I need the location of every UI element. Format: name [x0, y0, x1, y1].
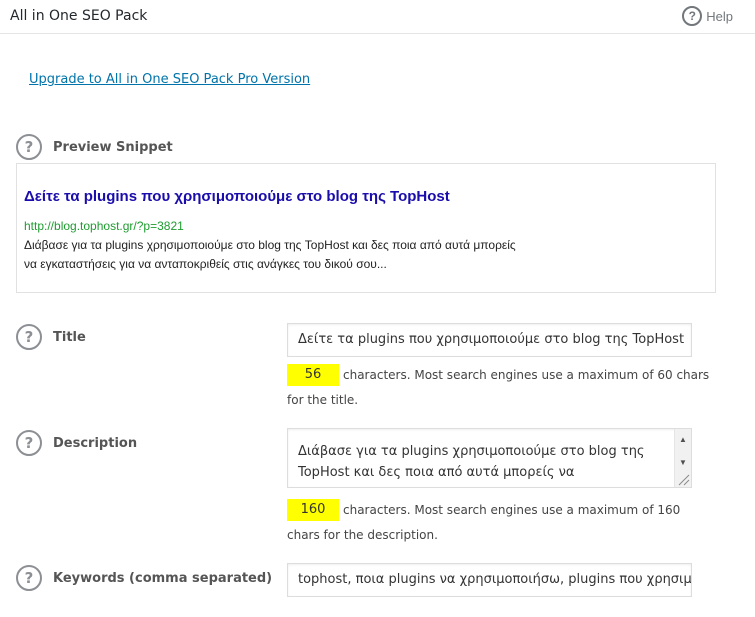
description-textarea[interactable]: Διάβασε για τα plugins χρησιμοποιούμε στ…	[287, 428, 692, 488]
title-hint: characters. Most search engines use a ma…	[343, 363, 709, 387]
title-help-icon[interactable]: ?	[16, 324, 42, 350]
title-input[interactable]: Δείτε τα plugins που χρησιμοποιούμε στο …	[287, 323, 692, 357]
help-label: Help	[706, 8, 733, 24]
keywords-input[interactable]: tophost, ποια plugins να χρησιμοποιήσω, …	[287, 563, 692, 597]
resize-handle-icon[interactable]	[676, 472, 690, 486]
description-line-2: TopHost και δες ποια από αυτά μπορείς να	[298, 465, 575, 480]
description-help-icon[interactable]: ?	[16, 430, 42, 456]
description-hint-cont: chars for the description.	[287, 523, 438, 547]
preview-snippet-box: Δείτε τα plugins που χρησιμοποιούμε στο …	[16, 163, 716, 293]
title-label: Title	[53, 330, 86, 345]
snippet-title: Δείτε τα plugins που χρησιμοποιούμε στο …	[24, 188, 450, 205]
snippet-desc-line-1: Διάβασε για τα plugins χρησιμοποιούμε στ…	[24, 238, 516, 252]
preview-help-icon[interactable]: ?	[16, 134, 42, 160]
title-char-count: 56	[287, 364, 339, 386]
snippet-description: Διάβασε για τα plugins χρησιμοποιούμε στ…	[24, 236, 584, 274]
description-hint-line-2: chars for the description.	[287, 528, 438, 542]
scroll-up-arrow-icon[interactable]: ▲	[675, 431, 691, 447]
upgrade-link[interactable]: Upgrade to All in One SEO Pack Pro Versi…	[29, 72, 310, 87]
help-button[interactable]: ? Help	[682, 6, 733, 26]
description-text: Διάβασε για τα plugins χρησιμοποιούμε στ…	[298, 441, 673, 483]
description-hint: characters. Most search engines use a ma…	[343, 498, 680, 522]
panel-header: All in One SEO Pack ? Help	[0, 0, 755, 34]
panel-title: All in One SEO Pack	[10, 8, 148, 24]
description-hint-line-1: characters. Most search engines use a ma…	[343, 503, 681, 517]
title-hint-line-2: for the title.	[287, 393, 359, 407]
description-label: Description	[53, 436, 138, 451]
question-circle-icon: ?	[682, 6, 703, 26]
title-hint-line-1: characters. Most search engines use a ma…	[343, 368, 710, 382]
keywords-help-icon[interactable]: ?	[16, 565, 42, 591]
snippet-url: http://blog.tophost.gr/?p=3821	[24, 219, 184, 233]
preview-snippet-label: Preview Snippet	[53, 140, 173, 155]
description-char-count: 160	[287, 499, 339, 521]
description-line-1: Διάβασε για τα plugins χρησιμοποιούμε στ…	[298, 444, 645, 459]
keywords-label: Keywords (comma separated)	[53, 571, 273, 586]
snippet-desc-line-2: να εγκαταστήσεις για να ανταποκριθείς στ…	[24, 257, 387, 271]
scroll-down-arrow-icon[interactable]: ▼	[675, 454, 691, 470]
title-hint-cont: for the title.	[287, 388, 358, 412]
